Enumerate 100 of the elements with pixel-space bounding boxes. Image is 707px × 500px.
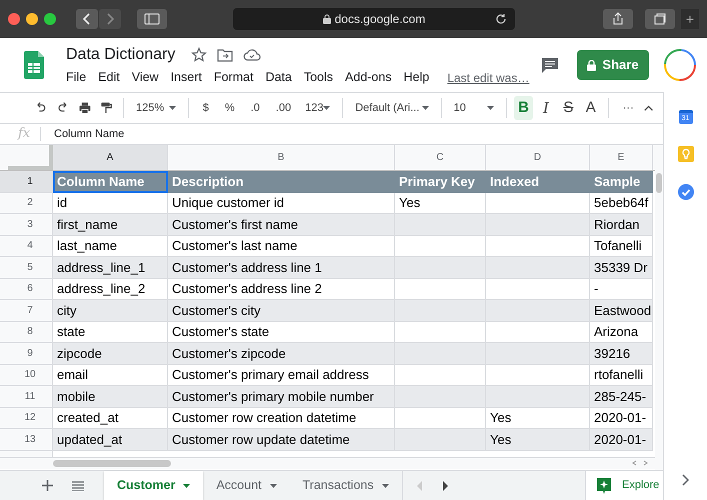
- table-cell[interactable]: -: [590, 278, 653, 300]
- table-cell[interactable]: Customer's last name: [168, 236, 395, 257]
- table-cell[interactable]: first_name: [53, 214, 168, 236]
- formula-field[interactable]: Column Name: [54, 126, 124, 142]
- table-cell[interactable]: city: [53, 300, 168, 322]
- row-header[interactable]: 7: [0, 300, 53, 322]
- row-header[interactable]: 2: [0, 192, 53, 214]
- table-cell[interactable]: [486, 257, 590, 278]
- table-cell[interactable]: [395, 322, 486, 343]
- format-toggle[interactable]: B: [514, 96, 533, 120]
- table-cell[interactable]: [486, 236, 590, 257]
- table-cell[interactable]: updated_at: [53, 429, 168, 450]
- scrollbar-thumb[interactable]: [53, 460, 171, 466]
- menu-item[interactable]: Insert: [170, 68, 202, 87]
- table-cell[interactable]: address_line_1: [53, 257, 168, 278]
- table-cell[interactable]: Riordan: [590, 214, 653, 236]
- dropdown[interactable]: 125%: [132, 96, 180, 120]
- share-button[interactable]: Share: [577, 50, 649, 80]
- row-header[interactable]: 11: [0, 386, 53, 408]
- sheet-tab[interactable]: Account: [203, 471, 290, 500]
- table-cell[interactable]: [395, 300, 486, 322]
- table-cell[interactable]: [395, 408, 486, 429]
- table-cell[interactable]: address_line_2: [53, 278, 168, 300]
- table-cell[interactable]: [395, 429, 486, 450]
- row-header[interactable]: 1: [0, 171, 53, 192]
- table-cell[interactable]: Customer's address line 2: [168, 278, 395, 300]
- table-cell[interactable]: 2020-01-: [590, 429, 653, 450]
- row-header[interactable]: 3: [0, 214, 53, 236]
- table-cell[interactable]: Customer's address line 1: [168, 257, 395, 278]
- table-cell[interactable]: Yes: [486, 429, 590, 450]
- table-cell[interactable]: [395, 236, 486, 257]
- menu-item[interactable]: File: [66, 68, 86, 87]
- table-cell[interactable]: email: [53, 364, 168, 386]
- column-header[interactable]: E: [590, 145, 653, 170]
- lightbulb-icon[interactable]: [678, 146, 694, 162]
- table-cell[interactable]: Yes: [395, 192, 486, 214]
- table-cell[interactable]: rtofanelli: [590, 364, 653, 386]
- table-cell[interactable]: [395, 364, 486, 386]
- table-cell[interactable]: [486, 343, 590, 364]
- scrollbar-thumb[interactable]: [656, 173, 662, 193]
- table-cell[interactable]: Customer's city: [168, 300, 395, 322]
- table-cell[interactable]: [395, 257, 486, 278]
- menu-item[interactable]: Data: [265, 68, 292, 87]
- table-cell[interactable]: 2020-01-: [590, 408, 653, 429]
- menu-item[interactable]: Edit: [98, 68, 120, 87]
- table-cell[interactable]: [395, 214, 486, 236]
- format-toggle[interactable]: A: [582, 96, 600, 120]
- table-cell[interactable]: Tofanelli: [590, 236, 653, 257]
- table-cell[interactable]: Customer's primary mobile number: [168, 386, 395, 408]
- collapse-icon[interactable]: [644, 104, 653, 112]
- back-icon[interactable]: [76, 9, 98, 29]
- cloud-icon[interactable]: [243, 48, 262, 62]
- table-cell[interactable]: 35339 Dr: [590, 257, 653, 278]
- row-header[interactable]: 4: [0, 236, 53, 257]
- table-cell[interactable]: [486, 192, 590, 214]
- row-header[interactable]: 10: [0, 364, 53, 386]
- format-button[interactable]: %: [218, 96, 241, 120]
- reload-icon[interactable]: [495, 13, 507, 25]
- table-cell[interactable]: Customer's primary email address: [168, 364, 395, 386]
- star-icon[interactable]: [191, 47, 208, 64]
- table-cell[interactable]: Customer's zipcode: [168, 343, 395, 364]
- new-tab-button[interactable]: +: [681, 9, 699, 29]
- table-cell[interactable]: Yes: [486, 408, 590, 429]
- window-control-icon[interactable]: [26, 13, 38, 25]
- menu-item[interactable]: Format: [214, 68, 254, 87]
- dropdown[interactable]: Default (Ari...: [351, 96, 433, 120]
- table-cell[interactable]: 285-245-: [590, 386, 653, 408]
- table-cell[interactable]: [486, 278, 590, 300]
- format-toggle[interactable]: S: [559, 96, 578, 120]
- window-control-icon[interactable]: [44, 13, 56, 25]
- explore-button[interactable]: Explore: [585, 471, 663, 500]
- table-cell[interactable]: id: [53, 192, 168, 214]
- table-cell[interactable]: Eastwood: [590, 300, 653, 322]
- last-edit-link[interactable]: Last edit was…: [447, 68, 530, 86]
- table-cell[interactable]: 39216: [590, 343, 653, 364]
- table-cell[interactable]: Arizona: [590, 322, 653, 343]
- table-cell[interactable]: state: [53, 322, 168, 343]
- table-cell[interactable]: Customer row creation datetime: [168, 408, 395, 429]
- dropdown[interactable]: 10: [450, 96, 498, 120]
- menu-item[interactable]: Help: [404, 68, 430, 87]
- table-cell[interactable]: [395, 343, 486, 364]
- format-toggle[interactable]: I: [536, 96, 556, 120]
- column-header[interactable]: A: [53, 145, 168, 170]
- table-cell[interactable]: mobile: [53, 386, 168, 408]
- document-title[interactable]: Data Dictionary: [66, 43, 176, 68]
- table-cell[interactable]: zipcode: [53, 343, 168, 364]
- address-field[interactable]: docs.google.com: [233, 8, 515, 30]
- table-cell[interactable]: Customer's state: [168, 322, 395, 343]
- row-header[interactable]: 9: [0, 343, 53, 364]
- folder-icon[interactable]: [217, 48, 234, 62]
- row-header[interactable]: 13: [0, 429, 53, 450]
- table-cell[interactable]: Unique customer id: [168, 192, 395, 214]
- table-cell[interactable]: created_at: [53, 408, 168, 429]
- dropdown[interactable]: 123: [301, 96, 334, 120]
- avatar-icon[interactable]: [663, 48, 697, 82]
- select-all-corner[interactable]: [8, 145, 53, 170]
- format-button[interactable]: .0: [244, 96, 266, 120]
- row-header[interactable]: 6: [0, 278, 53, 300]
- column-header[interactable]: B: [168, 145, 395, 170]
- tasks-icon[interactable]: [678, 184, 694, 200]
